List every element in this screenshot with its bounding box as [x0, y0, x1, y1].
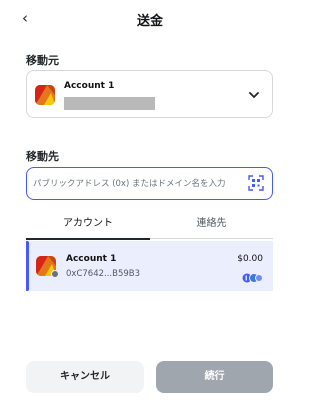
list-item[interactable]: Account 1 0xC7642...B59B3 $0.00	[26, 241, 273, 291]
qr-scan-icon[interactable]	[248, 175, 264, 191]
metamask-fox-icon	[35, 85, 55, 105]
continue-button[interactable]: 続行	[156, 361, 273, 393]
recipient-search-box	[26, 167, 273, 200]
account-balance: $0.00	[237, 254, 263, 264]
recipient-tabs: アカウント 連絡先	[26, 214, 273, 240]
header: ‹ 送金	[0, 0, 300, 36]
selected-indicator	[26, 241, 29, 291]
recipient-address-input[interactable]	[33, 176, 243, 192]
from-label: 移動元	[26, 54, 59, 67]
chevron-down-icon[interactable]	[247, 87, 261, 101]
account-address: 0xC7642...B59B3	[66, 269, 140, 279]
tab-contacts[interactable]: 連絡先	[150, 214, 273, 239]
to-label: 移動先	[26, 150, 59, 163]
page-title: 送金	[136, 14, 163, 29]
from-account-name: Account 1	[64, 81, 115, 91]
network-badge-icon	[241, 268, 263, 283]
status-dot	[51, 270, 59, 278]
redacted-balance	[64, 97, 155, 110]
tab-accounts[interactable]: アカウント	[26, 214, 150, 240]
account-name: Account 1	[66, 254, 117, 264]
from-account-selector[interactable]: Account 1	[26, 70, 273, 118]
cancel-button[interactable]: キャンセル	[26, 361, 144, 393]
